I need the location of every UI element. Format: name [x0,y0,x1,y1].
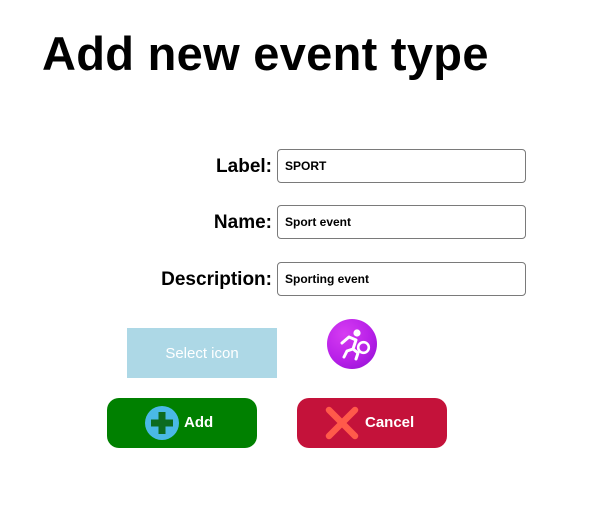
cancel-button[interactable]: Cancel [297,398,447,448]
label-caption: Label: [216,156,272,177]
cancel-button-label: Cancel [365,414,415,431]
label-input[interactable] [277,149,526,183]
page-title: Add new event type [42,27,489,80]
add-button-label: Add [184,414,214,431]
plus-circle-icon [144,405,180,445]
select-icon-label: Select icon [165,344,239,362]
description-caption: Description: [161,269,272,290]
name-row: Name: [0,205,605,241]
sport-runner-icon [327,319,377,369]
close-x-icon [324,405,360,445]
description-input[interactable] [277,262,526,296]
add-button[interactable]: Add [107,398,257,448]
label-row: Label: [0,149,605,185]
description-row: Description: [0,262,605,298]
name-input[interactable] [277,205,526,239]
name-caption: Name: [213,212,272,233]
select-icon-button[interactable]: Select icon [127,328,277,378]
